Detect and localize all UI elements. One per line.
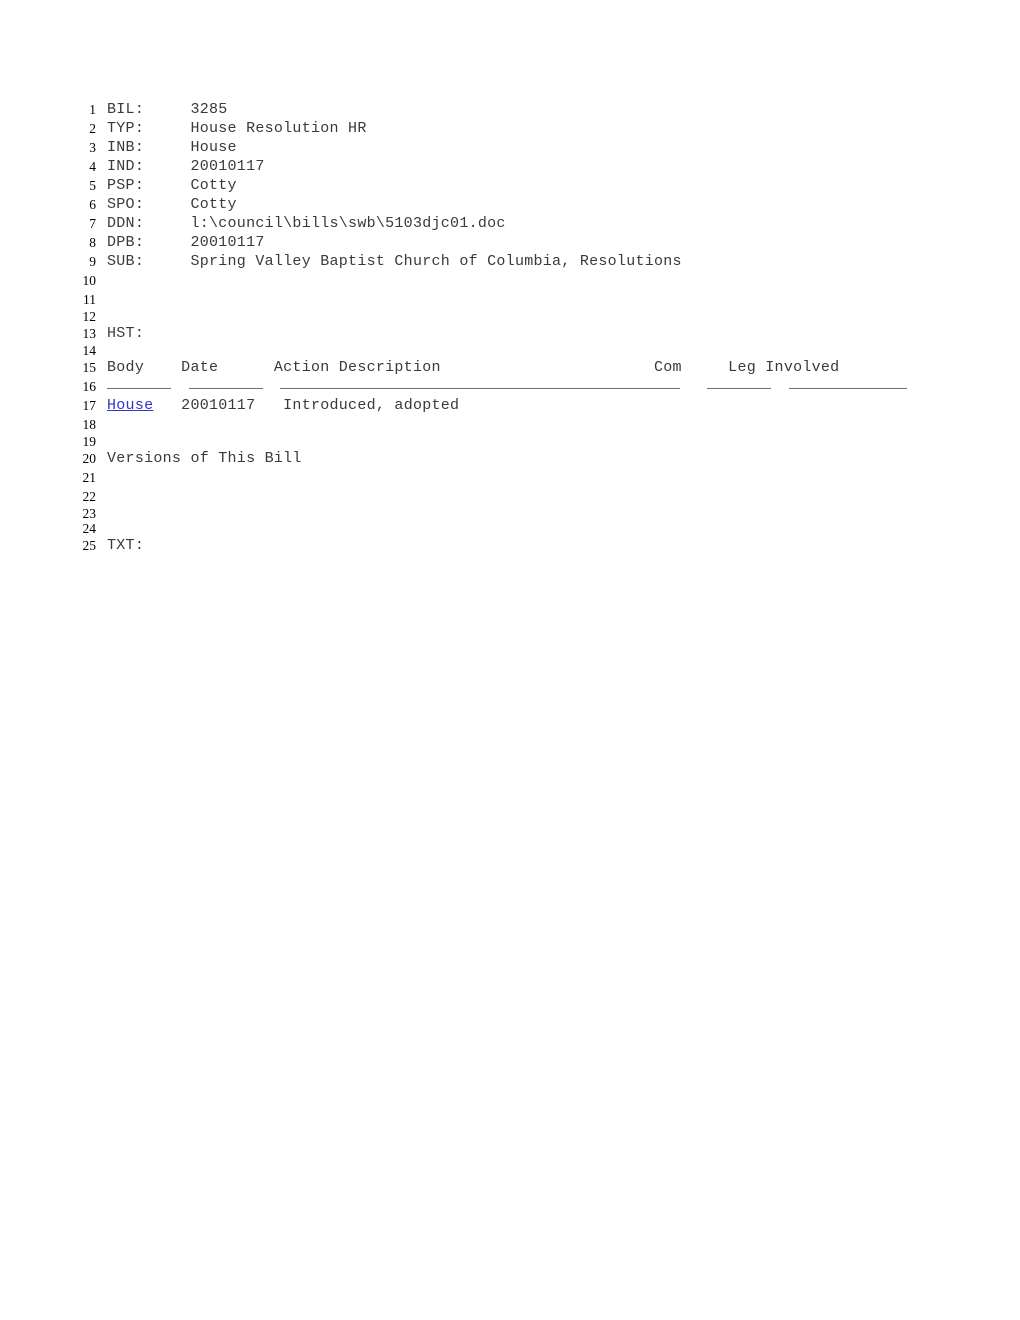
line-content: Body Date Action Description Com Leg Inv… [107,359,840,376]
table-rule-row [107,377,987,396]
line-content: SPO: Cotty [107,196,237,213]
line-number: 16 [82,379,97,394]
document-line: 15 Body Date Action Description Com Leg I… [0,358,1020,377]
document-line: 2 TYP: House Resolution HR [0,119,1020,138]
line-number: 11 [83,292,96,307]
history-table-row: House 20010117 Introduced, adopted [107,396,459,415]
line-content: SUB: Spring Valley Baptist Church of Col… [107,253,682,270]
line-number: 14 [82,343,97,358]
column-rule-4 [789,388,907,389]
line-number: 4 [89,159,96,174]
history-row-details: 20010117 Introduced, adopted [153,397,460,414]
line-number: 25 [82,538,97,553]
line-number: 7 [89,216,96,231]
document-line: 7 DDN: l:\council\bills\swb\5103djc01.doc [0,214,1020,233]
line-number: 17 [82,398,97,413]
line-number: 5 [89,178,96,193]
line-number: 18 [82,417,97,432]
document-line: 3 INB: House [0,138,1020,157]
document-page: 1 BIL: 3285 2 TYP: House Resolution HR 3 INB:… [0,0,1020,1320]
document-line: 13 HST: [0,324,1020,343]
document-line: 17 House 20010117 Introduced, adopted [0,396,1020,415]
document-line: 4 IND: 20010117 [0,157,1020,176]
line-number: 23 [82,506,97,521]
line-number: 12 [82,309,97,324]
line-content: DDN: l:\council\bills\swb\5103djc01.doc [107,215,506,232]
line-number: 24 [82,521,97,536]
line-number: 6 [89,197,96,212]
document-line: 19 [0,434,1020,449]
document-line: 9 SUB: Spring Valley Baptist Church of Co… [0,252,1020,271]
line-number: 21 [82,470,97,485]
line-content: Versions of This Bill [107,450,302,467]
document-line: 1 BIL: 3285 [0,100,1020,119]
document-line: 18 [0,415,1020,434]
document-line: 21 [0,468,1020,487]
line-number: 13 [82,326,97,341]
line-content: IND: 20010117 [107,158,265,175]
document-line: 14 [0,343,1020,358]
column-rule-3 [707,388,771,389]
document-line: 16 [0,377,1020,396]
line-content: PSP: Cotty [107,177,237,194]
line-number: 3 [89,140,96,155]
line-number: 2 [89,121,96,136]
document-line: 11 [0,290,1020,309]
document-line: 23 [0,506,1020,521]
document-line: 5 PSP: Cotty [0,176,1020,195]
document-line: 6 SPO: Cotty [0,195,1020,214]
line-number: 19 [82,434,97,449]
document-line: 12 [0,309,1020,324]
line-content: DPB: 20010117 [107,234,265,251]
line-content: TXT: [107,537,145,554]
line-content: HST: [107,325,145,342]
document-line: 20 Versions of This Bill [0,449,1020,468]
column-rule-1 [189,388,263,389]
document-line: 8 DPB: 20010117 [0,233,1020,252]
line-content: BIL: 3285 [107,101,228,118]
line-number: 10 [82,273,97,288]
line-content: INB: House [107,139,237,156]
line-content: TYP: House Resolution HR [107,120,367,137]
column-rule-2 [280,388,680,389]
document-line: 25 TXT: [0,536,1020,555]
line-number: 1 [89,102,96,117]
history-body-link[interactable]: House [107,397,153,414]
line-number: 15 [82,360,97,375]
line-number: 22 [82,489,97,504]
document-line: 22 [0,487,1020,506]
line-number: 8 [89,235,96,250]
line-number: 20 [82,451,97,466]
numbered-line-list: 1 BIL: 3285 2 TYP: House Resolution HR 3 INB:… [0,100,1020,555]
document-line: 24 [0,521,1020,536]
column-rule-0 [107,388,171,389]
document-line: 10 [0,271,1020,290]
line-number: 9 [89,254,96,269]
